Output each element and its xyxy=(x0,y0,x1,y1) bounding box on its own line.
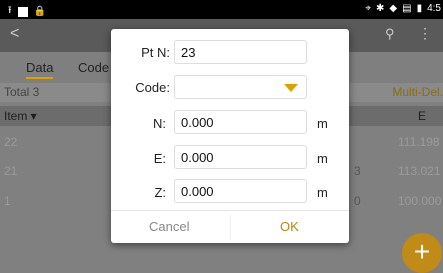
row-e-value: 111.198 xyxy=(398,135,440,149)
cancel-button[interactable]: Cancel xyxy=(149,219,189,234)
dialog-footer: Cancel OK xyxy=(111,210,349,244)
back-icon[interactable]: < xyxy=(10,25,19,43)
z-coordinate-field[interactable]: 0.000 xyxy=(174,179,307,203)
row-partial-value: 0 xyxy=(354,194,361,208)
ok-button[interactable]: OK xyxy=(280,219,299,234)
row-partial-value: 3 xyxy=(354,164,361,178)
location-icon: ⌖ xyxy=(365,3,372,14)
row-id: 21 xyxy=(4,164,18,178)
e-coordinate-field[interactable]: 0.000 xyxy=(174,145,307,169)
row-id: 22 xyxy=(4,135,18,149)
row-id: 1 xyxy=(4,194,11,208)
z-unit: m xyxy=(317,185,328,200)
n-coordinate-field[interactable]: 0.000 xyxy=(174,110,307,134)
signal-icon: ▤ xyxy=(402,3,412,14)
ptn-value: 23 xyxy=(181,45,196,60)
code-label: Code: xyxy=(135,80,170,95)
search-icon[interactable]: ⚲ xyxy=(385,26,395,42)
ptn-label: Pt N: xyxy=(141,45,170,60)
total-count: Total 3 xyxy=(4,85,40,99)
lock-icon: 🔒 xyxy=(33,6,46,17)
z-value: 0.000 xyxy=(181,184,214,199)
dropdown-arrow-icon xyxy=(284,84,298,92)
code-select[interactable] xyxy=(174,75,307,99)
plus-icon: + xyxy=(413,236,431,267)
row-e-value: 100.000 xyxy=(398,194,442,208)
status-time: 4:5 xyxy=(427,3,441,14)
status-bar: ⭱ 🔒 ⌖ ✱ ◆ ▤ ▮ 4:5 xyxy=(0,0,443,19)
e-value: 0.000 xyxy=(181,150,214,165)
status-right-icons: ⌖ ✱ ◆ ▤ ▮ 4:5 xyxy=(365,3,441,14)
wifi-icon: ◆ xyxy=(389,3,398,14)
z-label: Z: xyxy=(154,185,166,200)
multi-delete-button[interactable]: Multi-Del. xyxy=(392,85,443,99)
battery-icon: ▮ xyxy=(416,3,423,14)
n-label: N: xyxy=(153,116,166,131)
tab-data[interactable]: Data xyxy=(26,60,54,79)
status-left-icons: ⭱ 🔒 xyxy=(8,3,46,20)
button-divider xyxy=(230,215,231,240)
row-e-value: 113.021 xyxy=(398,164,441,178)
n-unit: m xyxy=(317,116,328,131)
square-icon xyxy=(17,6,28,17)
upload-icon: ⭱ xyxy=(8,5,12,16)
e-unit: m xyxy=(317,151,328,166)
more-options-icon[interactable]: ⋮ xyxy=(418,25,432,42)
point-edit-dialog: Pt N: 23 Code: N: 0.000 m E: 0.000 m Z: … xyxy=(111,29,349,243)
ptn-field[interactable]: 23 xyxy=(174,40,307,64)
e-label: E: xyxy=(153,151,166,166)
add-point-button[interactable]: + xyxy=(402,233,442,273)
bluetooth-icon: ✱ xyxy=(376,3,385,14)
tab-code[interactable]: Code xyxy=(78,60,109,75)
e-column-header: E xyxy=(418,109,427,123)
item-sort-header[interactable]: Item ▾ xyxy=(4,109,37,123)
n-value: 0.000 xyxy=(181,115,214,130)
